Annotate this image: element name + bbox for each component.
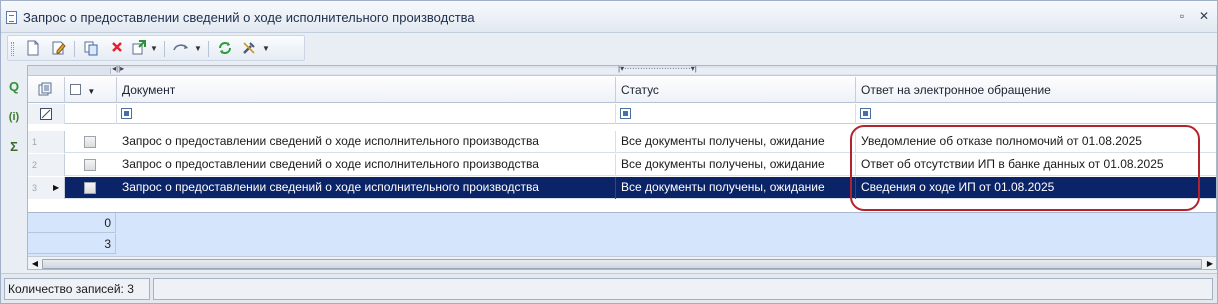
cell-response[interactable]: Уведомление об отказе полномочий от 01.0…	[856, 131, 1216, 153]
clear-filter-cell[interactable]	[28, 104, 65, 124]
tools-icon[interactable]	[240, 40, 258, 58]
window-title: Запрос о предоставлении сведений о ходе …	[23, 10, 475, 25]
create-based-on-dropdown[interactable]: ▼	[150, 40, 158, 58]
toolbar-grip[interactable]	[11, 42, 14, 56]
scrollbar-thumb[interactable]	[42, 259, 1202, 269]
band-marker: ◂||▸	[112, 65, 125, 73]
new-document-icon[interactable]	[24, 40, 42, 58]
tools-dropdown[interactable]: ▼	[262, 40, 270, 58]
column-header-response[interactable]: Ответ на электронное обращение	[856, 77, 1216, 103]
current-row-indicator-icon: ▶	[53, 183, 60, 192]
cell-document[interactable]: Запрос о предоставлении сведений о ходе …	[117, 177, 616, 199]
filter-icon[interactable]	[121, 108, 132, 119]
status-bar-panel	[153, 278, 1213, 300]
band-marker: |▾·························▾|	[618, 65, 697, 73]
actions-icon[interactable]	[172, 40, 190, 58]
document-icon	[6, 11, 17, 24]
cell-document[interactable]: Запрос о предоставлении сведений о ходе …	[117, 154, 616, 176]
filter-icon[interactable]	[620, 108, 631, 119]
record-count: Количество записей: 3	[4, 278, 150, 300]
status-bar: Количество записей: 3	[1, 273, 1217, 303]
left-side-panel: Q (i) Σ	[2, 67, 26, 267]
filter-row	[28, 104, 1216, 124]
table-row[interactable]: 2 Запрос о предоставлении сведений о ход…	[28, 154, 1216, 176]
documents-grid: ◂||▸ |▾·························▾| ▼ Док…	[27, 65, 1217, 270]
cell-status[interactable]: Все документы получены, ожидание	[616, 131, 856, 153]
row-checkbox[interactable]	[84, 136, 96, 148]
restore-button[interactable]: ▫	[1175, 9, 1189, 23]
edit-document-icon[interactable]	[50, 40, 68, 58]
filter-icon[interactable]	[860, 108, 871, 119]
filter-cell-response[interactable]	[856, 104, 1216, 124]
scroll-left-icon[interactable]: ◀	[29, 258, 41, 269]
scroll-right-icon[interactable]: ▶	[1204, 258, 1216, 269]
cell-status[interactable]: Все документы получены, ожидание	[616, 177, 856, 199]
close-button[interactable]: ✕	[1197, 9, 1211, 23]
document-list-window: Запрос о предоставлении сведений о ходе …	[0, 0, 1218, 304]
row-number: 2	[28, 154, 65, 176]
row-checkbox[interactable]	[84, 182, 96, 194]
search-icon[interactable]: Q	[4, 77, 24, 97]
column-band-scroller[interactable]: ◂||▸ |▾·························▾|	[28, 65, 1216, 76]
column-header-status[interactable]: Статус	[616, 77, 856, 103]
toolbar-separator	[208, 41, 209, 57]
select-all-checkbox-header[interactable]: ▼	[65, 77, 117, 103]
cell-response[interactable]: Сведения о ходе ИП от 01.08.2025	[856, 177, 1216, 199]
filter-cell-checkbox	[65, 104, 117, 124]
delete-icon[interactable]	[108, 40, 126, 58]
table-row[interactable]: 1 Запрос о предоставлении сведений о ход…	[28, 131, 1216, 153]
toolbar: ▼ ▼ ▼	[7, 35, 305, 61]
info-icon[interactable]: (i)	[4, 107, 24, 127]
filter-cell-status[interactable]	[616, 104, 856, 124]
copy-icon[interactable]	[82, 40, 100, 58]
horizontal-scrollbar[interactable]: ◀ ▶	[28, 256, 1216, 269]
row-number: 1	[28, 131, 65, 153]
summary-footer: 0 3	[28, 212, 1216, 256]
table-row-selected[interactable]: 3 ▶ Запрос о предоставлении сведений о х…	[28, 177, 1216, 199]
row-number: 3	[28, 177, 65, 199]
toolbar-separator	[164, 41, 165, 57]
summary-value: 0	[28, 213, 116, 233]
sum-icon[interactable]: Σ	[4, 137, 24, 157]
toolbar-separator	[74, 41, 75, 57]
clear-filter-icon	[40, 108, 52, 120]
grid-header: ▼ Документ Статус Ответ на электронное о…	[28, 77, 1216, 103]
column-header-document[interactable]: Документ	[117, 77, 616, 103]
cell-response[interactable]: Ответ об отсутствии ИП в банке данных от…	[856, 154, 1216, 176]
filter-cell-document[interactable]	[117, 104, 616, 124]
select-all-checkbox[interactable]	[70, 84, 81, 95]
cell-status[interactable]: Все документы получены, ожидание	[616, 154, 856, 176]
actions-dropdown[interactable]: ▼	[194, 40, 202, 58]
title-bar: Запрос о предоставлении сведений о ходе …	[1, 1, 1217, 33]
column-chooser-icon[interactable]	[28, 77, 65, 103]
row-checkbox[interactable]	[84, 159, 96, 171]
cell-document[interactable]: Запрос о предоставлении сведений о ходе …	[117, 131, 616, 153]
summary-value: 3	[28, 234, 116, 254]
create-based-on-icon[interactable]	[130, 40, 148, 58]
chevron-down-icon[interactable]: ▼	[87, 87, 95, 96]
refresh-icon[interactable]	[216, 40, 234, 58]
